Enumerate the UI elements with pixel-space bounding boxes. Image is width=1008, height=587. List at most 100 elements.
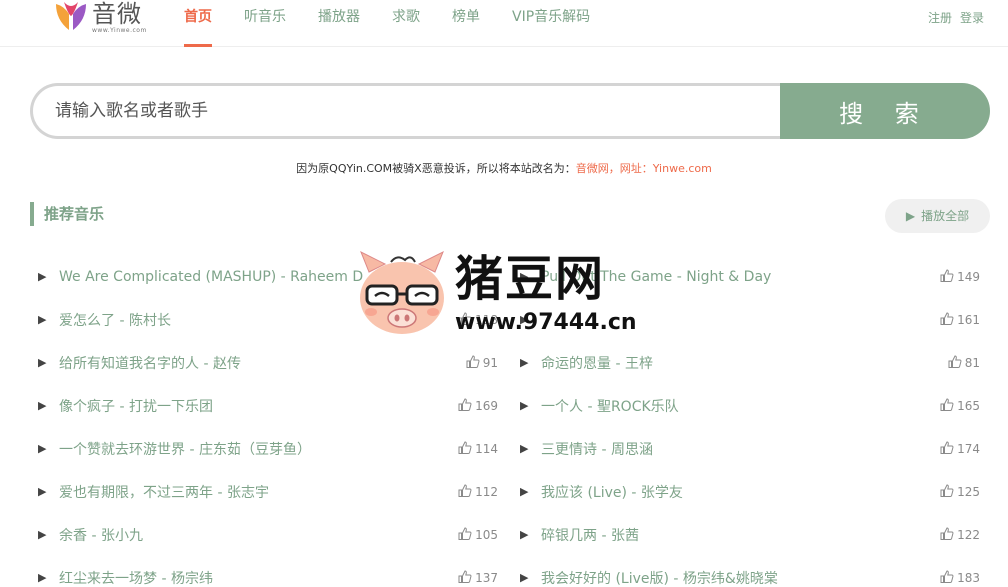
auth-links: 注册 登录 bbox=[920, 0, 984, 34]
nav-listen[interactable]: 听音乐 bbox=[244, 0, 286, 47]
song-title: 像个疯子 - 打扰一下乐团 bbox=[59, 398, 213, 415]
song-title: 碎银几两 - 张茜 bbox=[541, 527, 639, 544]
song-item[interactable]: ▶ Pull Out The Game - Night & Day 149 bbox=[520, 255, 980, 298]
play-song-icon[interactable]: ▶ bbox=[38, 399, 59, 412]
like-number: 161 bbox=[957, 312, 980, 327]
song-row: ▶ 一个赞就去环游世界 - 庄东茹（豆芽鱼） 114 ▶ 三更情诗 - 周思涵 174 bbox=[30, 427, 990, 470]
song-item[interactable]: ▶ 碎银几两 - 张茜 122 bbox=[520, 513, 980, 556]
like-count[interactable]: 125 bbox=[940, 483, 980, 500]
song-item[interactable]: ▶ 像个疯子 - 打扰一下乐团 169 bbox=[38, 384, 498, 427]
like-count[interactable]: 91 bbox=[466, 354, 498, 371]
thumbs-up-icon bbox=[458, 526, 475, 543]
song-list: ▶ We Are Complicated (MASHUP) - Raheem D ▶… bbox=[30, 255, 990, 587]
thumbs-up-icon bbox=[458, 569, 475, 586]
play-song-icon[interactable]: ▶ bbox=[520, 399, 541, 412]
song-item[interactable]: ▶ 余香 - 张小九 105 bbox=[38, 513, 498, 556]
play-song-icon[interactable]: ▶ bbox=[520, 528, 541, 541]
like-count[interactable]: 169 bbox=[458, 397, 498, 414]
song-item[interactable]: ▶ 一个赞就去环游世界 - 庄东茹（豆芽鱼） 114 bbox=[38, 427, 498, 470]
play-song-icon[interactable]: ▶ bbox=[38, 313, 59, 326]
thumbs-up-icon bbox=[940, 311, 957, 328]
like-count[interactable]: 149 bbox=[940, 268, 980, 285]
song-row: ▶ 爱也有期限，不过三两年 - 张志宇 112 ▶ 我应该 (Live) - 张学友 12… bbox=[30, 470, 990, 513]
search-input[interactable] bbox=[30, 83, 780, 139]
song-item[interactable]: ▶ 一个人 - 聖ROCK乐队 165 bbox=[520, 384, 980, 427]
like-count[interactable]: 105 bbox=[458, 526, 498, 543]
like-count[interactable]: 165 bbox=[940, 397, 980, 414]
nav-player[interactable]: 播放器 bbox=[318, 0, 360, 47]
like-count[interactable]: 161 bbox=[940, 311, 980, 328]
play-all-button[interactable]: ▶ 播放全部 bbox=[885, 199, 990, 233]
like-count[interactable]: 114 bbox=[458, 440, 498, 457]
song-title: 给所有知道我名字的人 - 赵传 bbox=[59, 355, 241, 372]
nav-charts[interactable]: 榜单 bbox=[452, 0, 480, 47]
like-count[interactable]: 118 bbox=[458, 311, 498, 328]
like-number: 137 bbox=[475, 570, 498, 585]
song-item[interactable]: ▶ 三更情诗 - 周思涵 174 bbox=[520, 427, 980, 470]
song-title: 我会好好的 (Live版) - 杨宗纬&姚晓棠 bbox=[541, 570, 778, 587]
notice-highlight: 音微网，网址：Yinwe.com bbox=[575, 162, 712, 175]
nav-vip-decode[interactable]: VIP音乐解码 bbox=[512, 0, 590, 47]
song-item[interactable]: ▶ 爱怎么了 - 陈村长 118 bbox=[38, 298, 498, 341]
play-song-icon[interactable]: ▶ bbox=[38, 485, 59, 498]
song-title: We Are Complicated (MASHUP) - Raheem D bbox=[59, 268, 364, 285]
like-count[interactable]: 174 bbox=[940, 440, 980, 457]
main-nav: 首页 听音乐 播放器 求歌 榜单 VIP音乐解码 bbox=[184, 0, 622, 47]
play-icon: ▶ bbox=[905, 209, 916, 223]
like-number: 105 bbox=[475, 527, 498, 542]
thumbs-up-icon bbox=[940, 268, 957, 285]
song-title: 我应该 (Live) - 张学友 bbox=[541, 484, 683, 501]
logo-icon bbox=[54, 0, 88, 32]
play-song-icon[interactable]: ▶ bbox=[38, 571, 59, 584]
song-item[interactable]: ▶ We Are Complicated (MASHUP) - Raheem D bbox=[38, 255, 498, 298]
play-song-icon[interactable]: ▶ bbox=[520, 571, 541, 584]
play-song-icon[interactable]: ▶ bbox=[38, 356, 59, 369]
song-row: ▶ 红尘来去一场梦 - 杨宗纬 137 ▶ 我会好好的 (Live版) - 杨宗纬&姚晓… bbox=[30, 556, 990, 587]
song-title: 爱怎么了 - 陈村长 bbox=[59, 312, 171, 329]
nav-request[interactable]: 求歌 bbox=[392, 0, 420, 47]
play-all-label: 播放全部 bbox=[921, 209, 970, 223]
like-count[interactable]: 112 bbox=[458, 483, 498, 500]
top-header: 音微 www.Yinwe.com 首页 听音乐 播放器 求歌 榜单 VIP音乐解… bbox=[0, 0, 1008, 47]
logo-text: 音微 bbox=[92, 0, 142, 28]
like-number: 114 bbox=[475, 441, 498, 456]
thumbs-up-icon bbox=[458, 397, 475, 414]
like-number: 118 bbox=[475, 312, 498, 327]
song-item[interactable]: ▶ 161 bbox=[520, 298, 980, 341]
song-title: 爱也有期限，不过三两年 - 张志宇 bbox=[59, 484, 269, 501]
login-link[interactable]: 登录 bbox=[960, 9, 984, 26]
register-link[interactable]: 注册 bbox=[928, 9, 952, 26]
like-number: 169 bbox=[475, 398, 498, 413]
like-number: 81 bbox=[964, 355, 980, 370]
like-count[interactable]: 122 bbox=[940, 526, 980, 543]
song-item[interactable]: ▶ 红尘来去一场梦 - 杨宗纬 137 bbox=[38, 556, 498, 587]
like-count[interactable]: 183 bbox=[940, 569, 980, 586]
like-count[interactable]: 137 bbox=[458, 569, 498, 586]
song-row: ▶ 余香 - 张小九 105 ▶ 碎银几两 - 张茜 122 bbox=[30, 513, 990, 556]
thumbs-up-icon bbox=[458, 440, 475, 457]
play-song-icon[interactable]: ▶ bbox=[520, 442, 541, 455]
play-song-icon[interactable]: ▶ bbox=[38, 528, 59, 541]
nav-home[interactable]: 首页 bbox=[184, 0, 212, 47]
section-title: 推荐音乐 bbox=[30, 202, 104, 226]
play-song-icon[interactable]: ▶ bbox=[38, 442, 59, 455]
song-title: 一个人 - 聖ROCK乐队 bbox=[541, 398, 679, 415]
song-item[interactable]: ▶ 命运的恩量 - 王梓 81 bbox=[520, 341, 980, 384]
song-item[interactable]: ▶ 给所有知道我名字的人 - 赵传 91 bbox=[38, 341, 498, 384]
song-item[interactable]: ▶ 我会好好的 (Live版) - 杨宗纬&姚晓棠 183 bbox=[520, 556, 980, 587]
search-button[interactable]: 搜 索 bbox=[780, 83, 990, 139]
play-song-icon[interactable]: ▶ bbox=[520, 313, 541, 326]
thumbs-up-icon bbox=[940, 569, 957, 586]
like-count[interactable]: 81 bbox=[948, 354, 980, 371]
song-item[interactable]: ▶ 爱也有期限，不过三两年 - 张志宇 112 bbox=[38, 470, 498, 513]
play-song-icon[interactable]: ▶ bbox=[520, 270, 541, 283]
song-title: 三更情诗 - 周思涵 bbox=[541, 441, 653, 458]
song-row: ▶ 爱怎么了 - 陈村长 118 ▶ 161 bbox=[30, 298, 990, 341]
site-logo[interactable]: 音微 www.Yinwe.com bbox=[54, 0, 147, 36]
play-song-icon[interactable]: ▶ bbox=[38, 270, 59, 283]
play-song-icon[interactable]: ▶ bbox=[520, 485, 541, 498]
song-item[interactable]: ▶ 我应该 (Live) - 张学友 125 bbox=[520, 470, 980, 513]
song-title: Pull Out The Game - Night & Day bbox=[541, 268, 772, 285]
play-song-icon[interactable]: ▶ bbox=[520, 356, 541, 369]
thumbs-up-icon bbox=[940, 397, 957, 414]
